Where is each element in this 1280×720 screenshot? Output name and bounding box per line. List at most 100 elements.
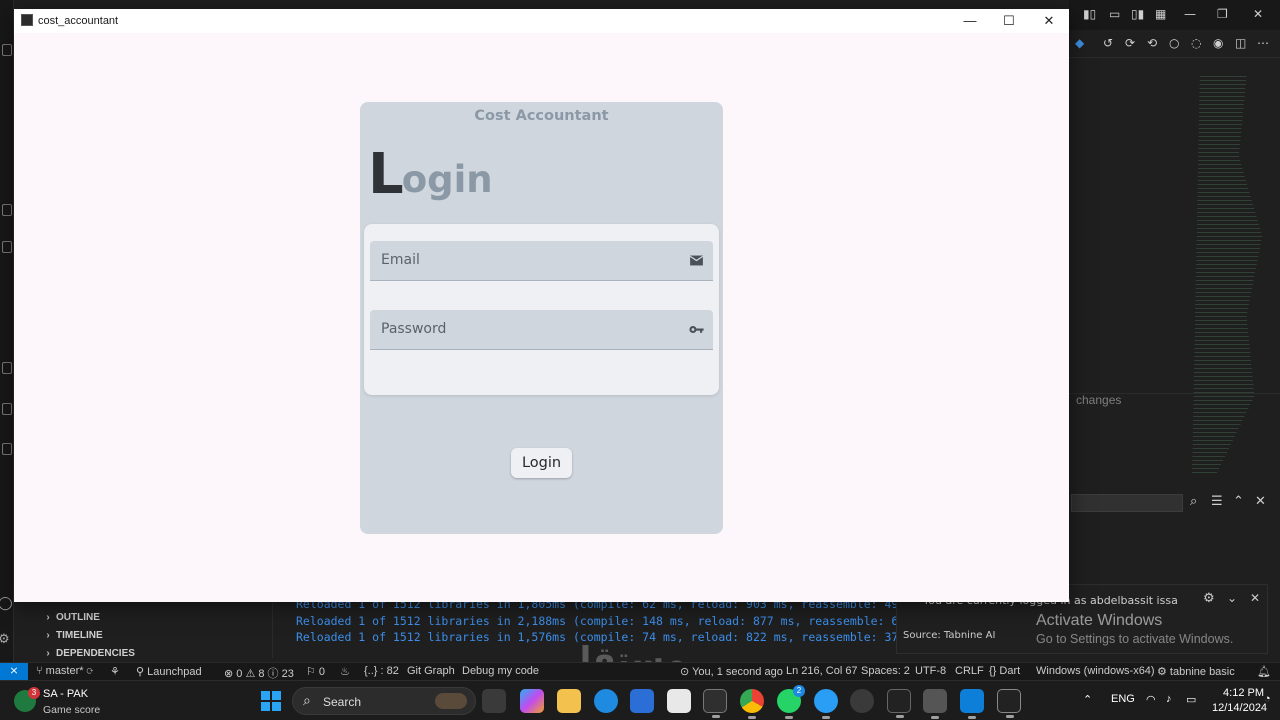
split-editor-icon[interactable]: ◫: [1235, 36, 1246, 50]
weather-widget[interactable]: 3 SA - PAK Game score: [14, 685, 124, 717]
settings-gear-icon[interactable]: ⚙: [0, 632, 10, 647]
more-actions-icon[interactable]: ⋯: [1257, 36, 1269, 50]
device-status[interactable]: Windows (windows-x64): [1036, 665, 1155, 677]
editor-toolbar: ◆ ↺ ⟳ ⟲ ○ ◌ ◉ ◫ ⋯: [1069, 30, 1280, 58]
chevron-right-icon: ›: [46, 611, 50, 623]
account-icon[interactable]: ◯: [0, 596, 13, 611]
timer-icon[interactable]: [2, 403, 12, 415]
email-field[interactable]: Email: [370, 241, 713, 281]
timeline-section[interactable]: › TIMELINE: [40, 626, 270, 644]
chevron-up-icon[interactable]: ⌃: [1233, 494, 1244, 509]
branch-status[interactable]: ⑂ master* ⟳: [36, 665, 93, 677]
app-icon: [21, 14, 33, 26]
messenger-icon[interactable]: [814, 689, 838, 719]
notification-source: Source: Tabnine AI: [903, 630, 996, 641]
close-icon[interactable]: ✕: [1250, 591, 1260, 605]
remote-indicator-icon[interactable]: ⨯: [0, 663, 28, 681]
chevron-up-icon[interactable]: ⌃: [1083, 693, 1092, 706]
window-minimize-icon[interactable]: —: [1184, 7, 1196, 21]
outline-section[interactable]: › OUTLINE: [40, 608, 270, 626]
ports-status[interactable]: ⚐ 0: [306, 665, 325, 678]
maximize-button[interactable]: ☐: [990, 9, 1028, 33]
panel-search-bar: ⌕ ☰ ⌃ ✕: [1069, 492, 1280, 514]
capcut-icon[interactable]: [667, 689, 691, 713]
chrome-icon[interactable]: [740, 689, 764, 719]
scope-status[interactable]: {..} : 82: [364, 665, 399, 677]
window-restore-icon[interactable]: ❐: [1217, 7, 1228, 21]
close-button[interactable]: ✕: [1030, 9, 1068, 33]
explorer-icon[interactable]: [2, 44, 12, 56]
volume-icon[interactable]: ♪: [1166, 693, 1172, 705]
system-clock[interactable]: 4:12 PM 12/14/2024: [1212, 686, 1267, 716]
blame-status[interactable]: ⊙ You, 1 second ago: [680, 665, 783, 678]
window-title: cost_accountant: [38, 15, 119, 27]
start-button[interactable]: [261, 691, 281, 711]
hot-reload-icon[interactable]: ↺: [1103, 36, 1113, 50]
app-titlebar[interactable]: cost_accountant — ☐ ✕: [14, 9, 1069, 33]
eol-status[interactable]: CRLF: [955, 665, 984, 677]
run-icon[interactable]: ♨: [340, 665, 350, 678]
chatgpt-icon[interactable]: [850, 689, 874, 713]
activate-windows-subtitle: Go to Settings to activate Windows.: [1036, 632, 1234, 646]
android-studio-icon[interactable]: [923, 689, 947, 719]
toggle-panel-icon[interactable]: ▭: [1109, 7, 1120, 21]
password-field[interactable]: Password: [370, 310, 713, 350]
step-over-icon[interactable]: ◌: [1191, 36, 1201, 50]
task-view-icon[interactable]: [482, 689, 506, 713]
indentation-status[interactable]: Spaces: 2: [861, 665, 910, 677]
dart-icon[interactable]: ◆: [1075, 36, 1084, 50]
step-icon[interactable]: ○: [1169, 36, 1179, 50]
store-icon[interactable]: [630, 689, 654, 713]
toggle-secondary-sidebar-icon[interactable]: ▯▮: [1131, 7, 1144, 21]
list-icon[interactable]: ☰: [1211, 494, 1223, 509]
back-icon[interactable]: ⟲: [1147, 36, 1157, 50]
window-close-icon[interactable]: ✕: [1253, 7, 1263, 21]
search-label: Search: [323, 695, 362, 709]
wifi-icon[interactable]: ◠: [1146, 693, 1156, 706]
search-icon[interactable]: ⌕: [1190, 494, 1197, 509]
whatsapp-icon[interactable]: 2: [777, 685, 805, 719]
mail-icon: [689, 255, 704, 266]
git-graph-icon[interactable]: ⚘: [110, 665, 120, 678]
dependencies-section[interactable]: › DEPENDENCIES: [40, 644, 270, 662]
extensions-icon[interactable]: [2, 204, 12, 216]
tabnine-status[interactable]: ⚙ tabnine basic: [1157, 665, 1235, 678]
notifications-bell-icon[interactable]: 🔔︎: [1257, 665, 1271, 678]
language-status[interactable]: {} Dart: [989, 665, 1020, 677]
notification-settings-icon[interactable]: ⚙: [1203, 591, 1215, 606]
git-graph-status[interactable]: Git Graph: [407, 665, 455, 677]
language-indicator[interactable]: ENG: [1111, 693, 1135, 705]
widget-title: SA - PAK: [43, 688, 89, 700]
app-body: Cost Accountant Login Email Password Log…: [14, 33, 1069, 602]
problems-status[interactable]: ⊗ 0 ⚠ 8 ⓘ 23: [224, 665, 294, 681]
minimize-button[interactable]: —: [951, 9, 989, 33]
open-devtools-icon[interactable]: ◉: [1213, 36, 1223, 50]
app-preview-icon[interactable]: [887, 689, 911, 718]
battery-icon[interactable]: ▭: [1186, 693, 1196, 706]
cost-accountant-app-icon[interactable]: [997, 689, 1021, 718]
notification-center-icon[interactable]: ◔: [1264, 693, 1271, 705]
file-explorer-icon[interactable]: [557, 689, 581, 713]
testing-icon[interactable]: [2, 241, 12, 253]
chevron-down-icon[interactable]: ⌄: [1227, 591, 1237, 605]
remote-icon[interactable]: [2, 362, 12, 374]
changes-label: changes: [1076, 393, 1122, 407]
debug-status[interactable]: Debug my code: [462, 665, 539, 677]
terminal-icon[interactable]: [703, 689, 727, 718]
cursor-position[interactable]: Ln 216, Col 67: [786, 665, 858, 677]
taskbar-search[interactable]: ⌕ Search: [292, 687, 476, 715]
hot-restart-icon[interactable]: ⟳: [1125, 36, 1135, 50]
vscode-icon[interactable]: [960, 689, 984, 719]
close-panel-icon[interactable]: ✕: [1255, 494, 1266, 509]
activate-windows-watermark: Activate Windows Go to Settings to activ…: [1036, 612, 1233, 646]
edge-icon[interactable]: [594, 689, 618, 713]
customize-layout-icon[interactable]: ▦: [1155, 7, 1166, 21]
password-placeholder: Password: [381, 321, 447, 337]
flutter-icon[interactable]: [2, 443, 12, 455]
panel-filter-input[interactable]: [1071, 494, 1183, 512]
login-button[interactable]: Login: [511, 448, 572, 478]
encoding-status[interactable]: UTF-8: [915, 665, 946, 677]
toggle-sidebar-icon[interactable]: ▮▯: [1083, 7, 1096, 21]
launchpad-status[interactable]: ⚲ Launchpad: [136, 665, 202, 678]
copilot-icon[interactable]: [520, 689, 544, 713]
